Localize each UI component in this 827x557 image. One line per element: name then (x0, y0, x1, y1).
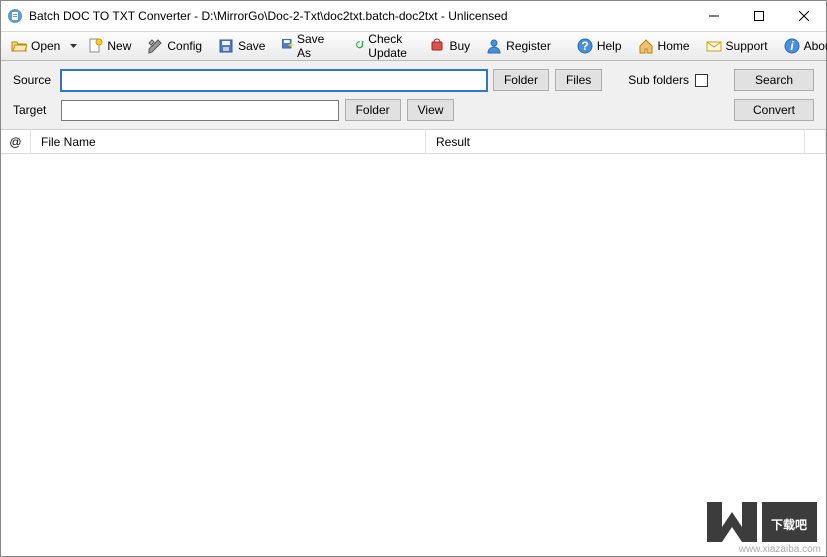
about-label: About (804, 39, 827, 53)
app-icon (7, 8, 23, 24)
close-button[interactable] (781, 2, 826, 31)
target-input[interactable] (61, 100, 339, 121)
help-icon: ? (577, 38, 593, 54)
new-file-icon (87, 38, 103, 54)
register-button[interactable]: Register (480, 35, 557, 57)
source-files-button[interactable]: Files (555, 69, 602, 91)
check-update-button[interactable]: Check Update (349, 29, 420, 63)
check-label: Check Update (368, 32, 413, 60)
new-button[interactable]: New (81, 35, 137, 57)
column-spacer (805, 130, 826, 153)
save-button[interactable]: Save (212, 35, 271, 57)
list-header: @ File Name Result (1, 130, 826, 154)
source-input[interactable] (61, 70, 487, 91)
convert-button[interactable]: Convert (734, 99, 814, 121)
column-at[interactable]: @ (1, 130, 31, 153)
title-bar: Batch DOC TO TXT Converter - D:\MirrorGo… (1, 1, 826, 31)
subfolders-label: Sub folders (628, 73, 689, 87)
user-icon (486, 38, 502, 54)
minimize-button[interactable] (691, 2, 736, 31)
config-icon (147, 38, 163, 54)
file-list[interactable] (1, 154, 826, 556)
saveas-label: Save As (297, 32, 329, 60)
saveas-icon (281, 38, 293, 54)
saveas-button[interactable]: Save As (275, 29, 334, 63)
target-view-button[interactable]: View (407, 99, 455, 121)
refresh-icon (355, 38, 365, 54)
support-button[interactable]: Support (700, 35, 774, 57)
open-button[interactable]: Open (5, 35, 66, 57)
watermark-url: www.xiazaiba.com (739, 544, 821, 555)
buy-button[interactable]: Buy (423, 35, 476, 57)
info-icon: i (784, 38, 800, 54)
source-folder-button[interactable]: Folder (493, 69, 549, 91)
column-result[interactable]: Result (426, 130, 805, 153)
home-label: Home (658, 39, 690, 53)
target-label: Target (13, 103, 55, 117)
help-button[interactable]: ? Help (571, 35, 628, 57)
cart-icon (429, 38, 445, 54)
support-label: Support (726, 39, 768, 53)
svg-text:?: ? (581, 39, 588, 53)
help-label: Help (597, 39, 622, 53)
buy-label: Buy (449, 39, 470, 53)
column-filename[interactable]: File Name (31, 130, 426, 153)
open-label: Open (31, 39, 60, 53)
subfolders-checkbox[interactable] (695, 74, 708, 87)
toolbar: Open New Config Save Save As Check Updat… (1, 31, 826, 61)
save-label: Save (238, 39, 265, 53)
search-button[interactable]: Search (734, 69, 814, 91)
config-button[interactable]: Config (141, 35, 208, 57)
open-folder-icon (11, 38, 27, 54)
mail-icon (706, 38, 722, 54)
source-label: Source (13, 73, 55, 87)
about-button[interactable]: i About (778, 35, 827, 57)
config-label: Config (167, 39, 202, 53)
target-row: Target Folder View Convert (13, 99, 814, 121)
home-button[interactable]: Home (632, 35, 696, 57)
maximize-button[interactable] (736, 2, 781, 31)
source-row: Source Folder Files Sub folders Search (13, 69, 814, 91)
home-icon (638, 38, 654, 54)
io-panel: Source Folder Files Sub folders Search T… (1, 61, 826, 130)
window-title: Batch DOC TO TXT Converter - D:\MirrorGo… (29, 9, 691, 23)
register-label: Register (506, 39, 551, 53)
save-icon (218, 38, 234, 54)
target-folder-button[interactable]: Folder (345, 99, 401, 121)
open-dropdown[interactable] (70, 44, 77, 48)
new-label: New (107, 39, 131, 53)
